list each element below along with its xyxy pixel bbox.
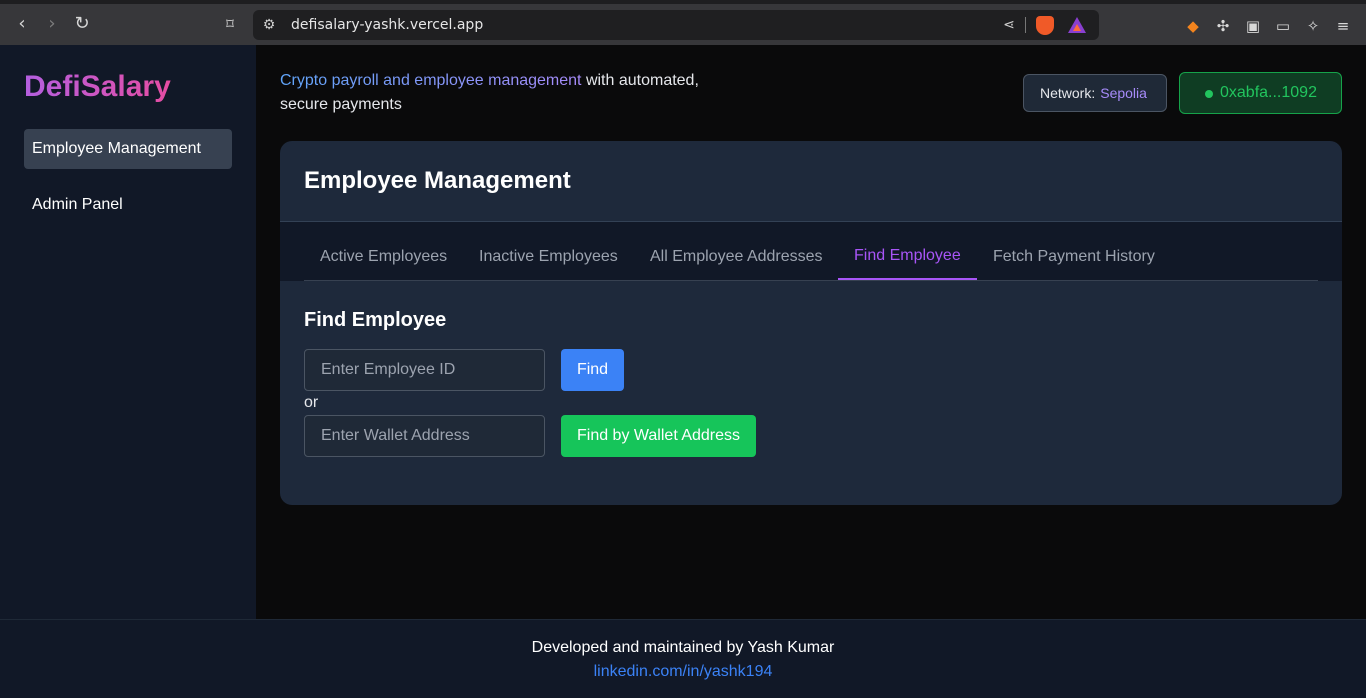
or-separator: or — [304, 394, 319, 411]
sidebar-item-employee-management[interactable]: Employee Management — [24, 129, 232, 169]
forward-arrow-icon[interactable]: › — [41, 13, 63, 35]
share-icon[interactable]: ⋖ — [999, 15, 1019, 35]
menu-hamburger-icon[interactable]: ≡ — [1333, 16, 1353, 36]
tab-inactive-employees[interactable]: Inactive Employees — [479, 248, 618, 266]
tab-fetch-payment-history[interactable]: Fetch Payment History — [993, 248, 1155, 266]
brave-rewards-icon[interactable] — [1068, 17, 1086, 33]
section-title: Find Employee — [304, 309, 447, 331]
sidebar-toggle-icon[interactable]: ▣ — [1243, 16, 1263, 36]
wallet-connect-button[interactable]: 0xabfa...1092 — [1179, 72, 1342, 114]
network-label: Network: — [1040, 85, 1096, 101]
tab-all-employee-addresses[interactable]: All Employee Addresses — [650, 248, 823, 266]
browser-toolbar: ‹ › ↻ ⌑ ⚙ defisalary-yashk.vercel.app ⋖ … — [0, 0, 1366, 45]
extensions-puzzle-icon[interactable]: ✣ — [1213, 16, 1233, 36]
site-settings-icon[interactable]: ⚙ — [259, 15, 279, 35]
tab-find-employee[interactable]: Find Employee — [854, 247, 961, 265]
bookmark-icon[interactable]: ⌑ — [219, 13, 241, 35]
linkedin-link[interactable]: linkedin.com/in/yashk194 — [0, 663, 1366, 681]
employee-management-card: Employee Management Active Employees Ina… — [280, 141, 1342, 505]
sidebar: DefiSalary Employee Management Admin Pan… — [0, 45, 256, 619]
tabs-divider — [304, 280, 1318, 281]
back-arrow-icon[interactable]: ‹ — [11, 13, 33, 35]
tagline-highlight: Crypto payroll and employee management — [280, 72, 582, 89]
network-value: Sepolia — [1100, 85, 1147, 101]
address-bar[interactable]: ⚙ defisalary-yashk.vercel.app ⋖ — [253, 10, 1099, 40]
brave-shields-icon[interactable] — [1036, 16, 1054, 35]
find-button[interactable]: Find — [561, 349, 624, 391]
sidebar-item-admin-panel[interactable]: Admin Panel — [24, 185, 232, 225]
divider — [1025, 17, 1026, 33]
wallet-icon[interactable]: ▭ — [1273, 16, 1293, 36]
tagline: Crypto payroll and employee management w… — [280, 69, 720, 117]
leo-ai-icon[interactable]: ✧ — [1303, 16, 1323, 36]
reload-icon[interactable]: ↻ — [71, 13, 93, 35]
find-by-wallet-button[interactable]: Find by Wallet Address — [561, 415, 756, 457]
connected-status-dot — [1205, 90, 1213, 98]
tab-active-employees[interactable]: Active Employees — [320, 248, 447, 266]
card-title: Employee Management — [304, 167, 571, 194]
active-tab-indicator — [838, 278, 977, 280]
wallet-address-input[interactable] — [304, 415, 545, 457]
metamask-fox-icon[interactable]: ◆ — [1183, 16, 1203, 36]
wallet-address: 0xabfa...1092 — [1220, 84, 1317, 101]
url-text[interactable]: defisalary-yashk.vercel.app — [291, 17, 483, 33]
employee-id-input[interactable] — [304, 349, 545, 391]
footer: Developed and maintained by Yash Kumar l… — [0, 619, 1366, 698]
app-logo[interactable]: DefiSalary — [24, 70, 171, 104]
network-badge: Network: Sepolia — [1023, 74, 1167, 112]
footer-credit: Developed and maintained by Yash Kumar — [531, 639, 835, 656]
